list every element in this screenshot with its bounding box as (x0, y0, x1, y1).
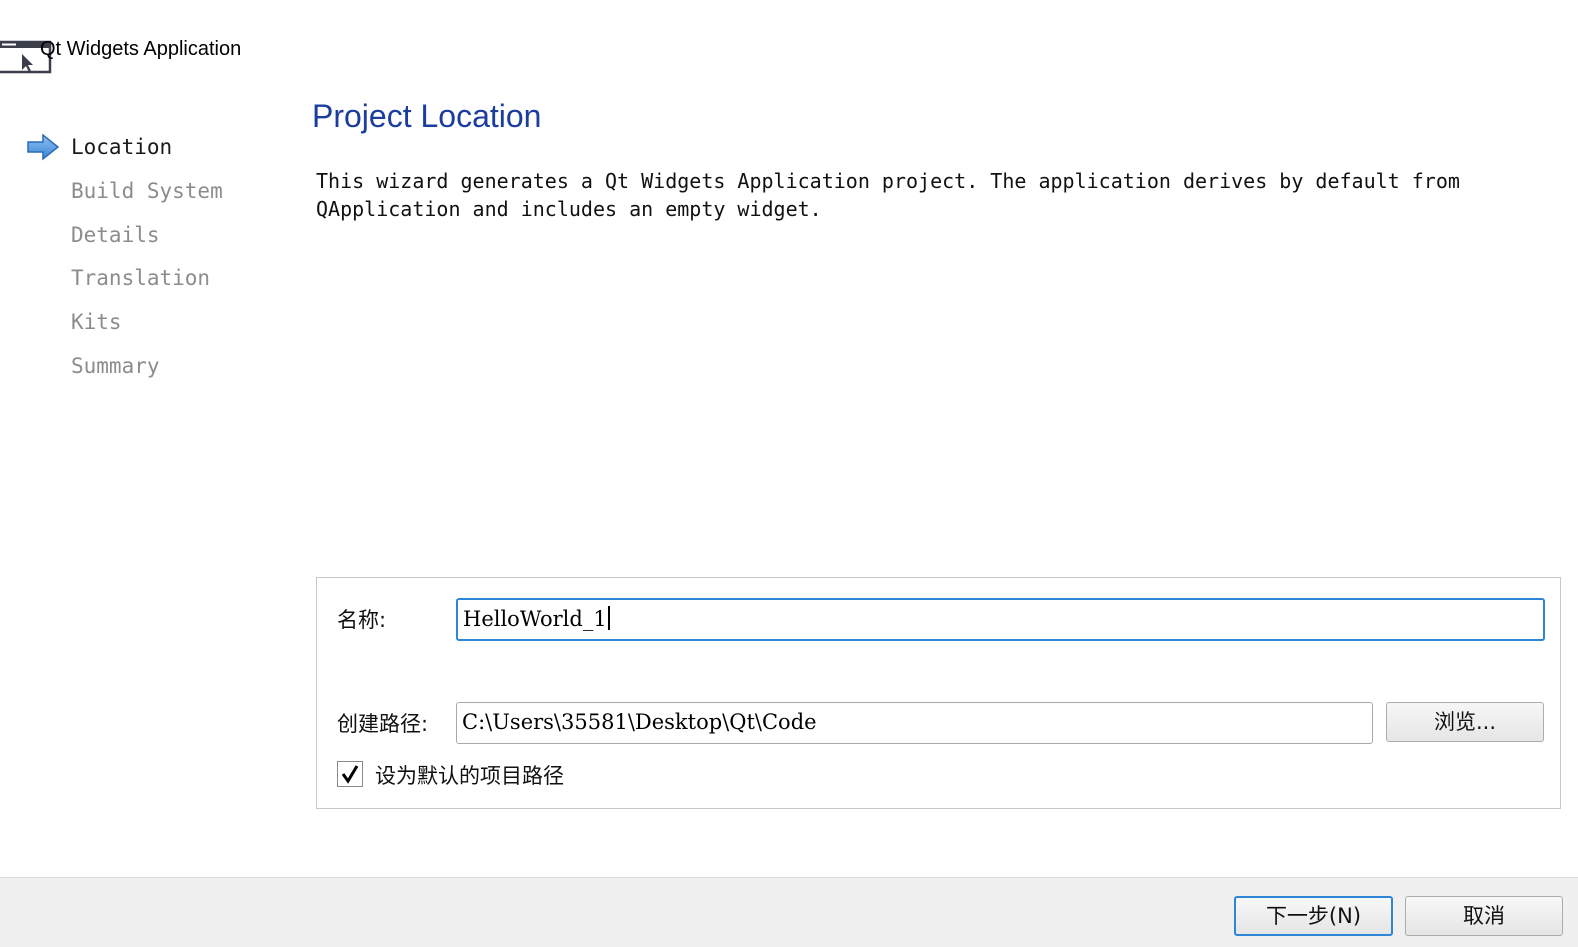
project-name-value: HelloWorld_1 (463, 607, 607, 631)
cancel-button[interactable]: 取消 (1405, 896, 1563, 936)
location-form-group: 名称: HelloWorld_1 创建路径: C:\Users\35581\De… (316, 577, 1561, 809)
browse-button[interactable]: 浏览... (1386, 702, 1544, 742)
step-translation: Translation (71, 266, 211, 290)
step-details: Details (71, 223, 160, 247)
wizard-window: Qt Widgets Application Location Build Sy… (0, 0, 1578, 947)
step-summary: Summary (71, 354, 160, 378)
step-build-system: Build System (71, 179, 223, 203)
wizard-footer: 下一步(N) 取消 (0, 877, 1578, 947)
page-title: Project Location (312, 98, 542, 134)
next-button[interactable]: 下一步(N) (1234, 896, 1393, 936)
project-name-input[interactable]: HelloWorld_1 (456, 598, 1545, 641)
wizard-description: This wizard generates a Qt Widgets Appli… (316, 169, 1460, 221)
path-label: 创建路径: (337, 712, 429, 736)
name-label: 名称: (337, 608, 387, 632)
window-title: Qt Widgets Application (40, 38, 242, 60)
text-caret (607, 606, 610, 630)
step-kits: Kits (71, 310, 122, 334)
checkmark-icon (341, 765, 359, 784)
step-location: Location (71, 135, 173, 159)
project-path-input[interactable]: C:\Users\35581\Desktop\Qt\Code (456, 702, 1373, 744)
default-path-checkbox[interactable] (337, 761, 363, 787)
default-path-checkbox-label[interactable]: 设为默认的项目路径 (375, 760, 564, 790)
right-arrow-icon (27, 133, 60, 161)
